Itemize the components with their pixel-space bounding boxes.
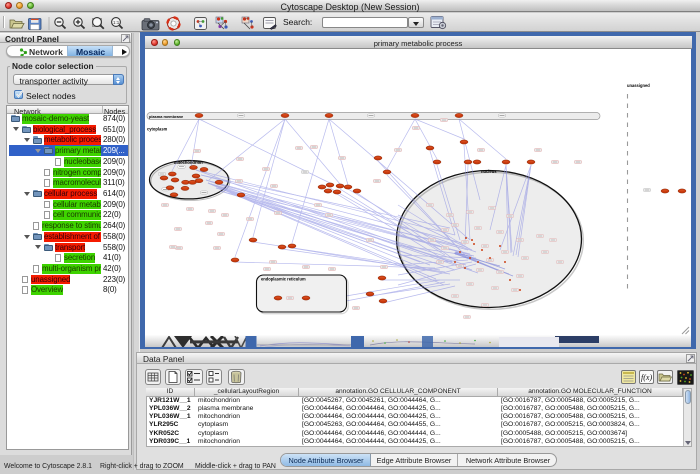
svg-text:nucleus: nucleus [481, 169, 497, 174]
svg-text:mitochondrion: mitochondrion [174, 160, 203, 165]
svg-text:cytoplasm: cytoplasm [147, 127, 168, 132]
svg-text:plasma membrane: plasma membrane [149, 114, 184, 119]
svg-text:endoplasmic reticulum: endoplasmic reticulum [261, 277, 306, 282]
svg-text:unassigned: unassigned [627, 83, 650, 88]
svg-text:f(x): f(x) [641, 373, 652, 382]
